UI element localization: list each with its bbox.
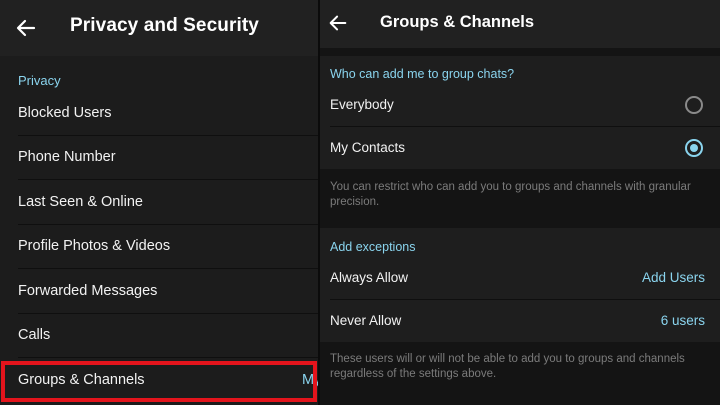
exception-value: Add Users xyxy=(641,270,705,285)
exceptions-card: Add exceptions Always Allow Add Users Ne… xyxy=(320,228,720,342)
never-allow-row[interactable]: Never Allow 6 users xyxy=(320,300,720,343)
option-my-contacts[interactable]: My Contacts xyxy=(320,127,720,170)
exceptions-title: Add exceptions xyxy=(330,240,416,254)
settings-item-label: Calls xyxy=(18,327,51,343)
privacy-header-bar: Privacy and Security xyxy=(0,0,318,56)
back-arrow-icon[interactable] xyxy=(327,12,349,34)
settings-item-last-seen[interactable]: Last Seen & Online xyxy=(0,181,318,225)
page-title: Groups & Channels xyxy=(380,13,535,31)
exception-label: Always Allow xyxy=(330,270,409,285)
restrict-info-text: You can restrict who can add you to grou… xyxy=(330,181,691,208)
settings-item-label: Blocked Users xyxy=(18,105,112,121)
who-can-add-title: Who can add me to group chats? xyxy=(330,67,515,81)
settings-item-label: Forwarded Messages xyxy=(18,283,158,299)
radio-unselected-icon[interactable] xyxy=(685,96,703,114)
divider xyxy=(18,357,318,358)
settings-item-phone-number[interactable]: Phone Number xyxy=(0,136,318,180)
exceptions-info-text: These users will or will not be able to … xyxy=(330,353,685,380)
back-arrow-icon[interactable] xyxy=(14,16,38,40)
radio-selected-icon[interactable] xyxy=(685,139,703,157)
who-can-add-card: Who can add me to group chats? Everybody… xyxy=(320,56,720,169)
settings-item-label: Profile Photos & Videos xyxy=(18,238,171,254)
radio-dot xyxy=(690,144,698,152)
groups-header-bar: Groups & Channels xyxy=(320,0,720,48)
divider xyxy=(18,268,318,269)
groups-channels-pane: Groups & Channels Who can add me to grou… xyxy=(320,0,720,405)
option-everybody[interactable]: Everybody xyxy=(320,84,720,127)
option-label: My Contacts xyxy=(330,140,406,155)
settings-item-profile-photos[interactable]: Profile Photos & Videos xyxy=(0,225,318,269)
settings-item-calls[interactable]: Calls xyxy=(0,314,318,358)
settings-item-blocked-users[interactable]: Blocked Users xyxy=(0,92,318,136)
settings-item-label: Last Seen & Online xyxy=(18,194,143,210)
settings-item-forwarded-messages[interactable]: Forwarded Messages xyxy=(0,270,318,314)
privacy-security-pane: Privacy and Security Privacy Blocked Use… xyxy=(0,0,318,405)
divider xyxy=(18,179,318,180)
exception-value: 6 users xyxy=(660,313,705,328)
exception-label: Never Allow xyxy=(330,313,402,328)
page-title: Privacy and Security xyxy=(70,15,259,36)
always-allow-row[interactable]: Always Allow Add Users xyxy=(320,257,720,300)
privacy-section-title: Privacy xyxy=(18,73,61,88)
option-label: Everybody xyxy=(330,97,394,112)
selection-highlight-box xyxy=(1,361,317,402)
settings-item-label: Phone Number xyxy=(18,149,116,165)
